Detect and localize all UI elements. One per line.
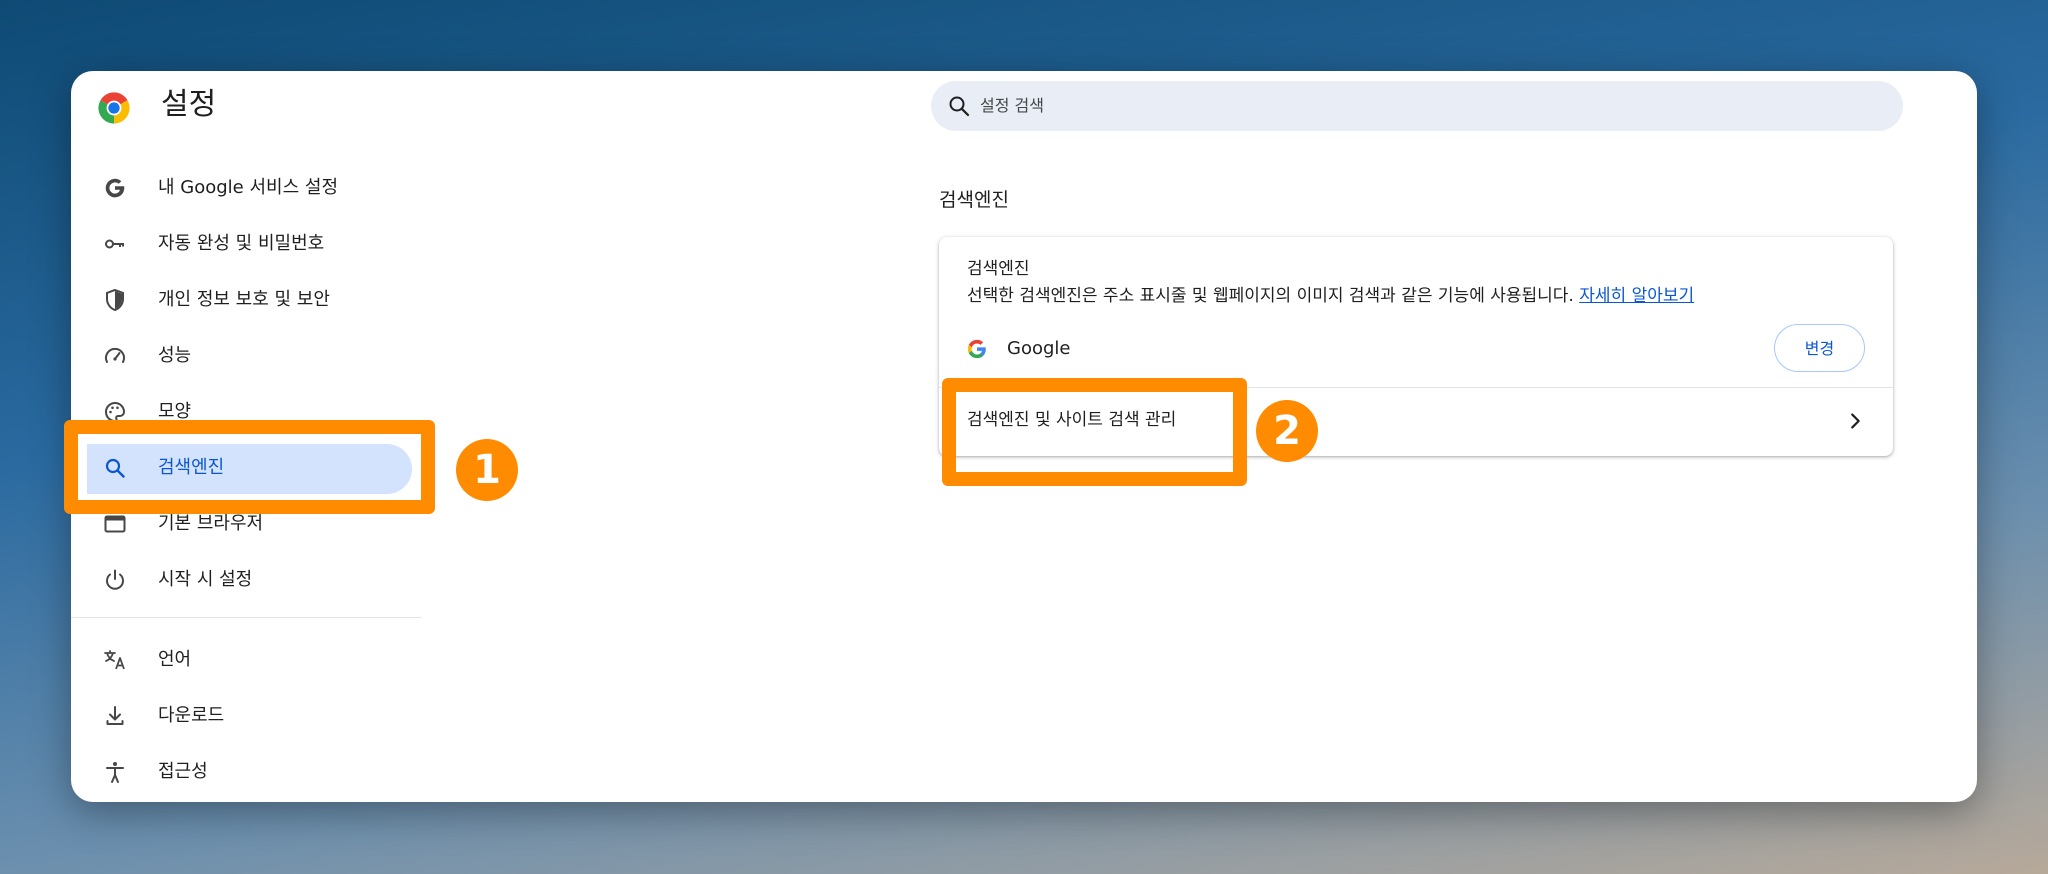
learn-more-link[interactable]: 자세히 알아보기 xyxy=(1579,286,1694,306)
sidebar-item-label: 시작 시 설정 xyxy=(158,569,253,590)
search-icon xyxy=(949,96,970,117)
browser-window-icon xyxy=(104,515,126,533)
key-icon xyxy=(105,239,124,249)
current-search-engine: Google xyxy=(1007,338,1071,359)
step-badge-2: 2 xyxy=(1256,400,1318,462)
accessibility-icon xyxy=(106,762,124,783)
section-title: 검색엔진 xyxy=(939,189,1009,211)
power-icon xyxy=(106,569,124,590)
card-title: 검색엔진 xyxy=(967,259,1030,279)
sidebar-item-label: 언어 xyxy=(158,649,192,670)
highlight-box-2 xyxy=(942,378,1247,486)
highlight-box-1 xyxy=(64,420,435,514)
sidebar-item-label: 다운로드 xyxy=(158,705,225,726)
google-logo-icon xyxy=(967,339,986,359)
sidebar-item-autofill[interactable]: 자동 완성 및 비밀번호 xyxy=(71,219,421,269)
translate-icon xyxy=(104,650,125,670)
sidebar-item-label: 내 Google 서비스 설정 xyxy=(158,177,338,198)
page-title: 설정 xyxy=(161,87,217,122)
sidebar-item-languages[interactable]: 언어 xyxy=(71,635,421,685)
card-description: 선택한 검색엔진은 주소 표시줄 및 웹페이지의 이미지 검색과 같은 기능에 … xyxy=(967,286,1695,306)
sidebar-item-label: 접근성 xyxy=(158,761,208,782)
speedometer-icon xyxy=(105,347,125,363)
chrome-logo-icon xyxy=(98,92,130,124)
sidebar-item-performance[interactable]: 성능 xyxy=(71,331,421,381)
download-icon xyxy=(106,706,124,725)
step-badge-1: 1 xyxy=(456,439,518,501)
sidebar-item-downloads[interactable]: 다운로드 xyxy=(71,691,421,741)
sidebar-item-accessibility[interactable]: 접근성 xyxy=(71,747,421,797)
sidebar-item-privacy[interactable]: 개인 정보 보호 및 보안 xyxy=(71,275,421,325)
shield-icon xyxy=(106,288,124,312)
settings-search-input[interactable]: 설정 검색 xyxy=(931,81,1903,131)
sidebar-divider xyxy=(71,617,421,618)
sidebar-item-label: 개인 정보 보호 및 보안 xyxy=(158,289,330,310)
change-button[interactable]: 변경 xyxy=(1774,324,1865,372)
sidebar-item-label: 기본 브라우저 xyxy=(158,513,264,534)
search-placeholder: 설정 검색 xyxy=(980,96,1044,115)
chevron-right-icon xyxy=(1851,413,1860,429)
sidebar-item-on-startup[interactable]: 시작 시 설정 xyxy=(71,555,421,605)
google-g-icon xyxy=(105,178,125,198)
sidebar-item-label: 자동 완성 및 비밀번호 xyxy=(158,233,325,254)
sidebar-item-google-services[interactable]: 내 Google 서비스 설정 xyxy=(71,163,421,213)
sidebar-item-label: 성능 xyxy=(158,345,192,366)
